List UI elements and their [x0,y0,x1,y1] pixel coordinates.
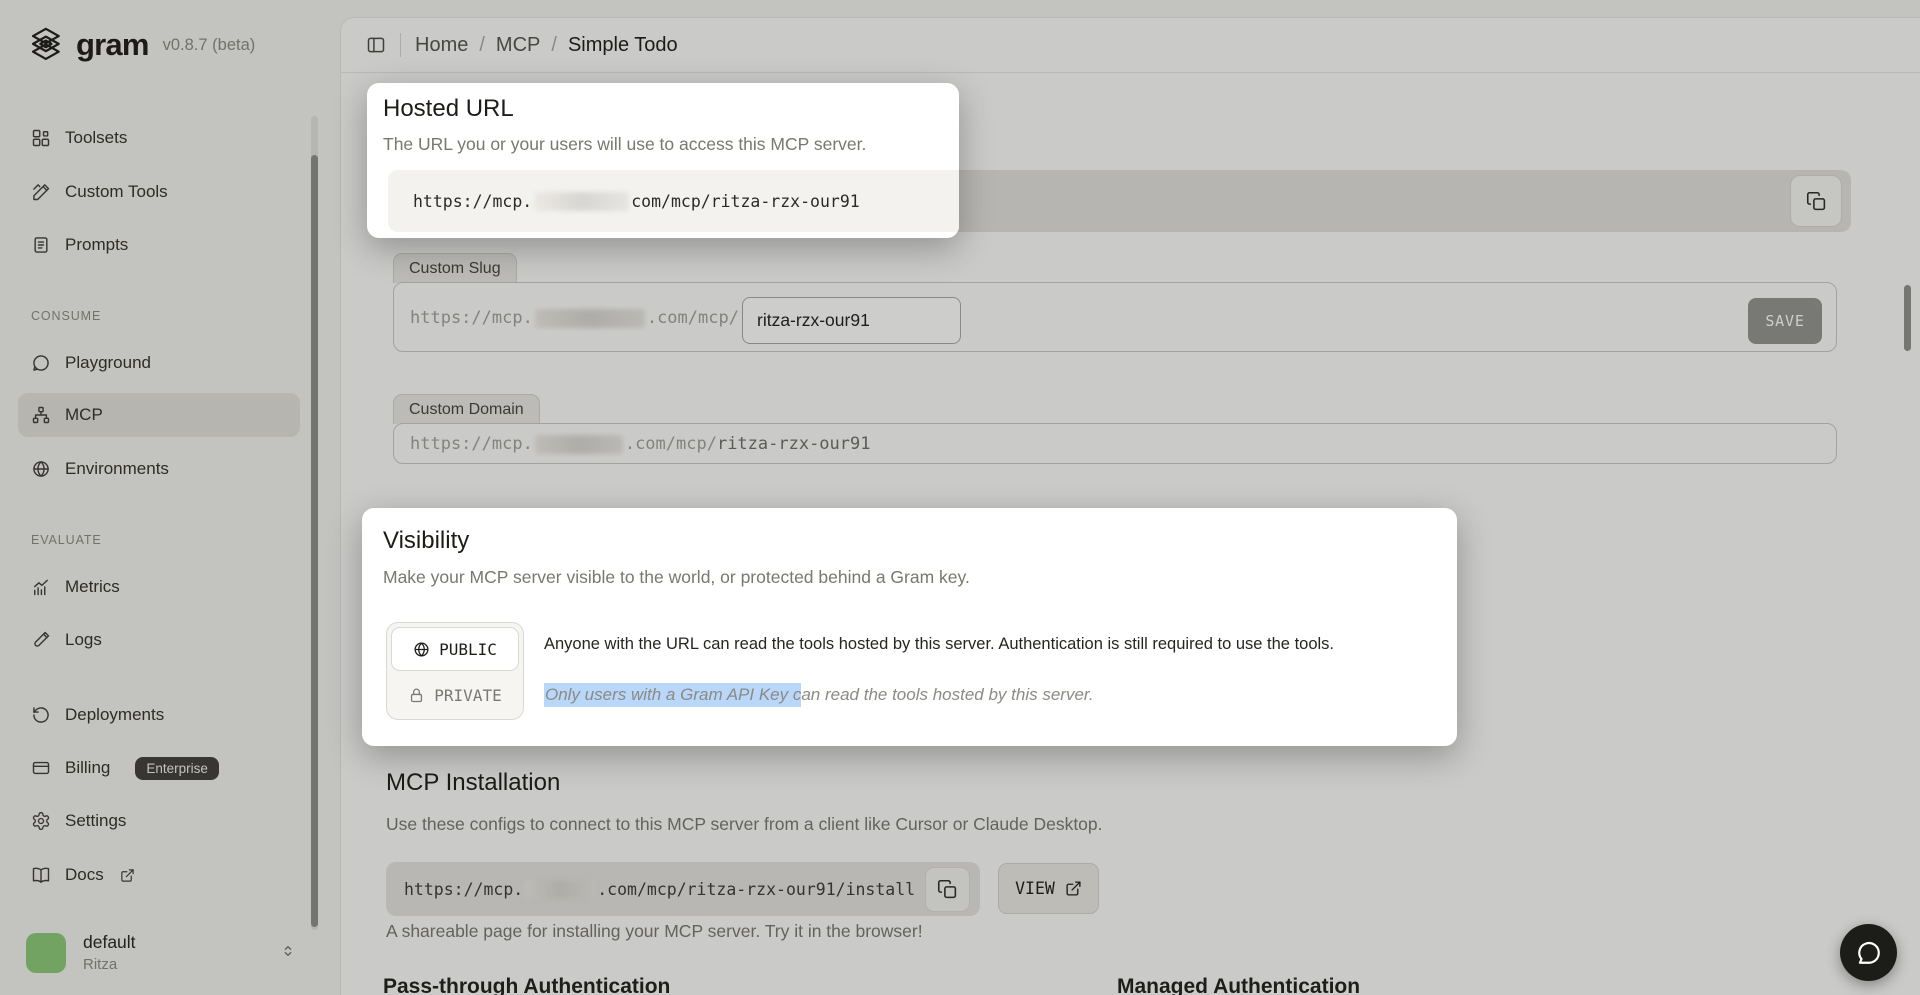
sidebar-scrollbar-thumb[interactable] [311,155,318,927]
breadcrumb: Home / MCP / Simple Todo [415,34,678,57]
visibility-title: Visibility [383,527,469,555]
chat-bubble-icon [1856,940,1882,966]
sidebar-item-metrics[interactable]: Metrics [18,565,300,609]
custom-domain-url: https://mcp..com/mcp/ritza-rzx-our91 [410,434,870,454]
toolsets-icon [31,128,51,148]
hosted-url-copy-button[interactable] [1790,175,1842,227]
public-description: Anyone with the URL can read the tools h… [544,635,1334,654]
sidebar-item-settings[interactable]: Settings [18,799,300,843]
external-link-icon [1065,880,1082,897]
hosted-url-value: https://mcp.com/mcp/ritza-rzx-our91 [413,192,860,211]
custom-slug-label: Custom Slug [393,253,517,283]
sidebar-scrollbar[interactable] [311,116,318,930]
sidebar-item-custom-tools[interactable]: Custom Tools [18,170,300,214]
external-link-icon [120,868,135,883]
workspace-switcher[interactable]: default Ritza [26,932,296,973]
install-url-copy-button[interactable] [925,867,970,912]
gear-icon [31,811,51,831]
visibility-option-public[interactable]: PUBLIC [391,627,519,671]
hosted-url-description: The URL you or your users will use to ac… [383,134,866,155]
sidebar-toggle-icon[interactable] [366,35,386,55]
sidebar-item-logs[interactable]: Logs [18,618,300,662]
sidebar-item-deployments[interactable]: Deployments [18,693,300,737]
custom-slug-input[interactable] [742,297,961,344]
visibility-option-private[interactable]: PRIVATE [391,673,519,717]
hosted-url-title: Hosted URL [383,95,514,123]
sidebar-item-docs[interactable]: Docs [18,853,300,897]
install-caption: A shareable page for installing your MCP… [386,921,923,942]
screen: gram v0.8.7 (beta) Toolsets Custom Tools… [0,0,1920,995]
private-description: Only users with a Gram API Key can read … [544,685,1094,705]
workspace-avatar [26,933,66,973]
custom-domain-label: Custom Domain [393,394,540,424]
globe-icon [413,641,430,658]
sidebar: gram v0.8.7 (beta) Toolsets Custom Tools… [0,0,318,995]
copy-icon [1806,191,1827,212]
chevrons-up-down-icon [280,943,296,963]
bar-chart-icon [31,577,51,597]
sidebar-item-toolsets[interactable]: Toolsets [18,116,300,160]
visibility-description: Make your MCP server visible to the worl… [383,567,970,588]
logo[interactable]: gram v0.8.7 (beta) [28,26,255,64]
visibility-spotlight-card: Visibility Make your MCP server visible … [362,508,1457,746]
breadcrumb-mcp[interactable]: MCP [496,34,540,57]
hosted-url-spotlight-card: Hosted URL The URL you or your users wil… [367,83,959,238]
copy-icon [937,879,958,900]
lock-icon [408,687,425,704]
sidebar-section-evaluate: EVALUATE [31,533,102,547]
hosted-url-row[interactable]: https://mcp.com/mcp/ritza-rzx-our91 [388,170,959,232]
redacted-domain [535,309,645,328]
passthrough-auth-title: Pass-through Authentication [383,975,670,995]
sidebar-item-environments[interactable]: Environments [18,447,300,491]
install-url-box: https://mcp..com/mcp/ritza-rzx-our91/ins… [386,862,980,916]
sidebar-item-prompts[interactable]: Prompts [18,223,300,267]
breadcrumb-home[interactable]: Home [415,34,468,57]
test-tube-icon [31,630,51,650]
redacted-domain [535,435,623,454]
redacted-domain [525,880,595,899]
breadcrumb-current: Simple Todo [568,34,678,57]
sidebar-item-billing[interactable]: Billing Enterprise [18,746,300,790]
chat-widget-button[interactable] [1840,924,1897,981]
main-scrollbar-thumb[interactable] [1904,285,1911,351]
app-name: gram [76,27,149,63]
visibility-toggle: PUBLIC PRIVATE [386,622,524,720]
sidebar-item-mcp[interactable]: MCP [18,393,300,437]
sidebar-section-consume: CONSUME [31,309,101,323]
custom-slug-url-prefix: https://mcp..com/mcp/ [410,308,739,328]
enterprise-badge: Enterprise [135,757,219,780]
mcp-installation-description: Use these configs to connect to this MCP… [386,814,1103,835]
history-icon [31,705,51,725]
mcp-installation-title: MCP Installation [386,769,560,797]
globe-icon [31,459,51,479]
selected-text: Only users with a Gram API Key c [544,683,801,707]
open-book-icon [31,865,51,885]
document-icon [31,235,51,255]
install-url: https://mcp..com/mcp/ritza-rzx-our91/ins… [404,880,915,899]
credit-card-icon [31,758,51,778]
app-version: v0.8.7 (beta) [163,36,256,55]
pencil-ruler-icon [31,182,51,202]
breadcrumb-bar: Home / MCP / Simple Todo [341,18,1920,73]
view-button[interactable]: VIEW [998,863,1099,914]
managed-auth-title: Managed Authentication [1117,975,1360,995]
workspace-name: default [83,932,280,953]
node-tree-icon [31,405,51,425]
organization-name: Ritza [83,956,280,973]
save-button[interactable]: SAVE [1748,298,1822,344]
gram-logo-icon [28,26,64,64]
breadcrumb-divider [400,33,401,57]
redacted-domain [534,192,629,211]
chat-bubble-icon [31,353,51,373]
sidebar-item-playground[interactable]: Playground [18,341,300,385]
